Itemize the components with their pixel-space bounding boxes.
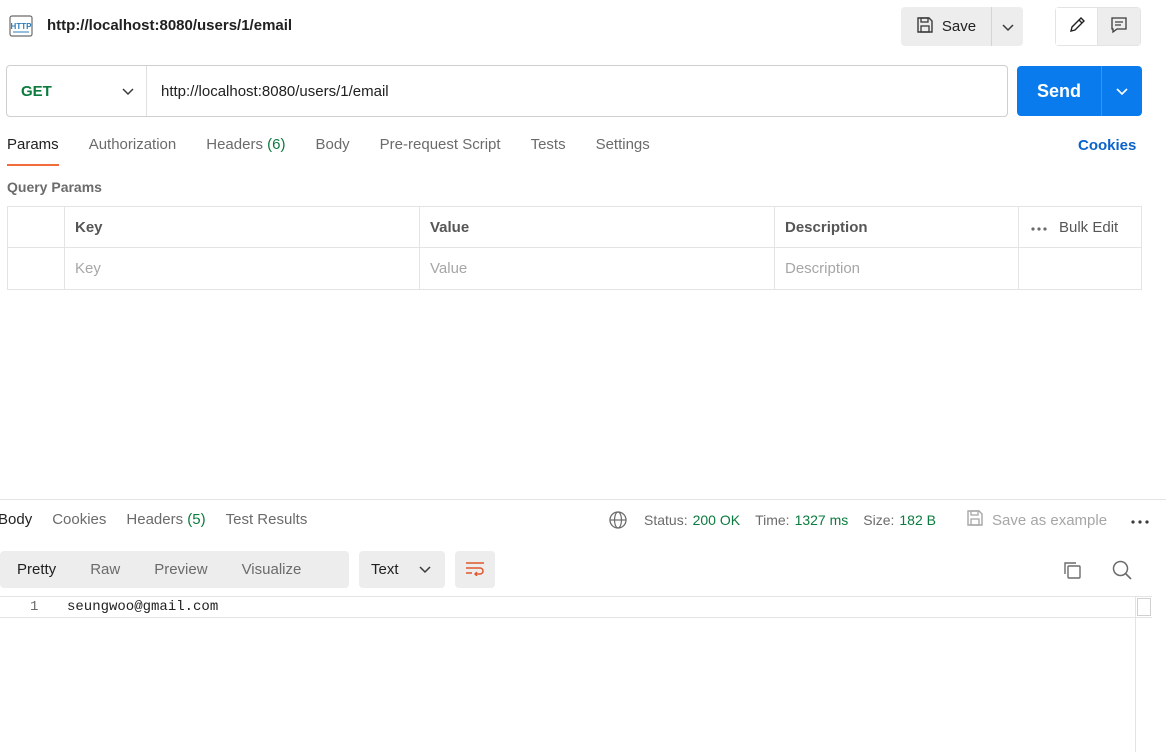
floppy-disk-icon xyxy=(966,509,984,531)
more-options-icon[interactable] xyxy=(1131,512,1149,528)
response-body-text[interactable]: seungwoo@gmail.com xyxy=(67,599,218,615)
table-row: Key Value Description xyxy=(8,248,1141,289)
more-horizontal-icon xyxy=(1031,219,1047,236)
http-request-icon: HTTP xyxy=(9,13,35,39)
status-label: Status: xyxy=(644,512,688,528)
response-tab-headers[interactable]: Headers (5) xyxy=(126,511,205,541)
send-button[interactable]: Send xyxy=(1017,66,1102,116)
size-label: Size: xyxy=(863,512,895,528)
status-value[interactable]: 200 OK xyxy=(693,512,740,528)
wrap-lines-icon xyxy=(465,560,485,579)
chevron-down-icon xyxy=(122,83,134,99)
table-header-row: Key Value Description Bulk Edit xyxy=(8,207,1141,248)
column-header-key: Key xyxy=(65,207,420,248)
floppy-disk-icon xyxy=(916,16,934,38)
response-tabs: Body Cookies Headers (5) Test Results xyxy=(0,511,327,541)
format-raw[interactable]: Raw xyxy=(73,551,137,588)
search-icon[interactable] xyxy=(1111,559,1133,584)
svg-text:HTTP: HTTP xyxy=(11,22,33,31)
edit-button[interactable] xyxy=(1056,8,1098,45)
tab-settings[interactable]: Settings xyxy=(596,136,650,166)
save-as-example-label: Save as example xyxy=(992,511,1108,529)
size-value[interactable]: 182 B xyxy=(899,512,936,528)
send-options-dropdown[interactable] xyxy=(1102,66,1142,116)
tab-authorization[interactable]: Authorization xyxy=(89,136,177,166)
description-input[interactable]: Description xyxy=(775,248,1019,289)
scrollbar-thumb[interactable] xyxy=(1137,598,1151,616)
method-label: GET xyxy=(21,82,52,100)
request-title[interactable]: http://localhost:8080/users/1/email xyxy=(47,17,292,34)
bulk-edit-label: Bulk Edit xyxy=(1059,219,1119,236)
tab-tests[interactable]: Tests xyxy=(531,136,566,166)
column-header-value: Value xyxy=(420,207,775,248)
save-button-group: Save xyxy=(901,7,1023,46)
tab-body[interactable]: Body xyxy=(315,136,349,166)
column-header-description: Description xyxy=(775,207,1019,248)
url-input[interactable] xyxy=(147,67,1007,115)
url-bar: GET xyxy=(6,65,1008,117)
request-tabs: Params Authorization Headers (6) Body Pr… xyxy=(7,136,680,166)
response-tab-body[interactable]: Body xyxy=(0,511,32,541)
chevron-down-icon xyxy=(419,561,431,578)
response-headers-count: (5) xyxy=(187,511,206,528)
format-tabs: Pretty Raw Preview Visualize xyxy=(0,551,349,588)
send-button-group: Send xyxy=(1017,66,1142,116)
content-type-label: Text xyxy=(371,561,399,578)
chevron-down-icon xyxy=(1116,83,1128,99)
vertical-scrollbar[interactable] xyxy=(1135,596,1152,752)
save-label: Save xyxy=(941,18,977,35)
method-select[interactable]: GET xyxy=(7,66,147,116)
query-params-table: Key Value Description Bulk Edit Key Valu… xyxy=(7,206,1142,290)
copy-icon[interactable] xyxy=(1061,559,1083,584)
format-visualize[interactable]: Visualize xyxy=(225,551,319,588)
cookies-link[interactable]: Cookies xyxy=(1078,137,1136,154)
content-type-select[interactable]: Text xyxy=(359,551,445,588)
response-tab-test-results[interactable]: Test Results xyxy=(226,511,308,541)
save-button[interactable]: Save xyxy=(901,7,992,46)
tab-pre-request-script[interactable]: Pre-request Script xyxy=(380,136,501,166)
key-input[interactable]: Key xyxy=(65,248,420,289)
value-input[interactable]: Value xyxy=(420,248,775,289)
query-params-title: Query Params xyxy=(7,179,102,195)
response-tab-cookies[interactable]: Cookies xyxy=(52,511,106,541)
globe-icon[interactable] xyxy=(608,510,628,530)
line-number: 1 xyxy=(30,599,39,615)
bulk-edit-button[interactable]: Bulk Edit xyxy=(1031,219,1118,236)
format-preview[interactable]: Preview xyxy=(137,551,224,588)
save-options-dropdown[interactable] xyxy=(992,7,1023,46)
headers-count: (6) xyxy=(267,136,286,153)
pencil-icon xyxy=(1068,16,1086,37)
wrap-lines-button[interactable] xyxy=(455,551,495,588)
time-value[interactable]: 1327 ms xyxy=(795,512,849,528)
chevron-down-icon xyxy=(1001,19,1014,35)
tab-params[interactable]: Params xyxy=(7,136,59,166)
view-mode-toggle xyxy=(1055,7,1141,46)
response-body-editor[interactable]: 1 seungwoo@gmail.com xyxy=(0,596,1152,752)
comments-button[interactable] xyxy=(1098,8,1140,45)
response-pane-divider[interactable] xyxy=(0,499,1166,500)
code-line: 1 seungwoo@gmail.com xyxy=(0,596,1152,618)
comment-icon xyxy=(1110,16,1128,37)
format-pretty[interactable]: Pretty xyxy=(0,551,73,588)
time-label: Time: xyxy=(755,512,790,528)
tab-headers[interactable]: Headers (6) xyxy=(206,136,285,166)
response-status-area: Status: 200 OK Time: 1327 ms Size: 182 B xyxy=(608,510,951,530)
save-as-example-button[interactable]: Save as example xyxy=(966,509,1107,531)
